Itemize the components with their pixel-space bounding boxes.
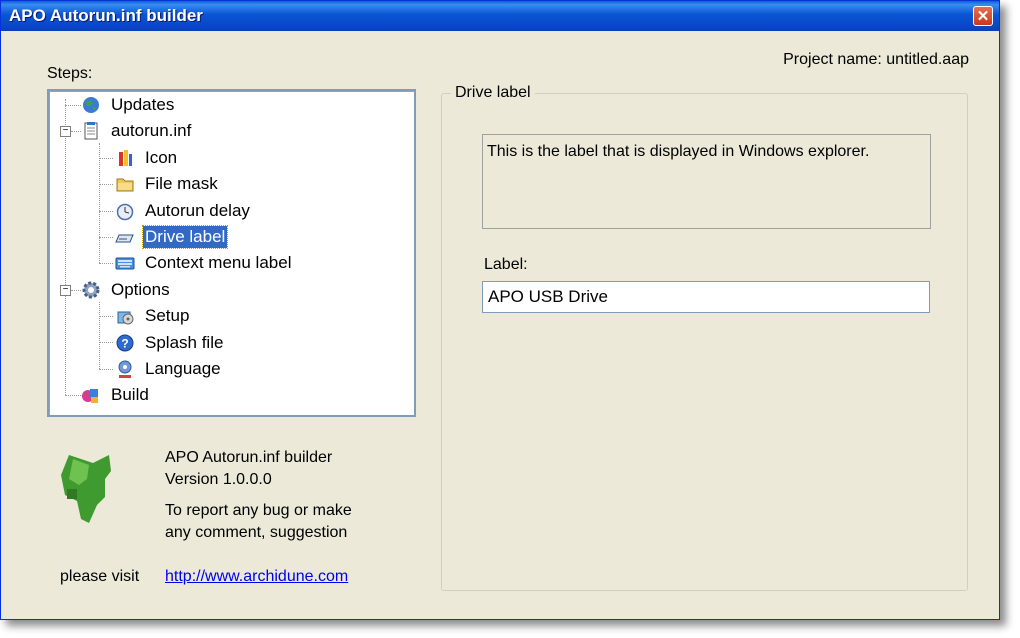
about-version: Version 1.0.0.0 bbox=[165, 471, 272, 488]
tree-item-autorun-delay[interactable]: Autorun delay bbox=[115, 198, 252, 224]
about-report-line1: To report any bug or make bbox=[165, 502, 352, 519]
description-box: This is the label that is displayed in W… bbox=[482, 134, 931, 229]
main-window: APO Autorun.inf builder ✕ Project name: … bbox=[0, 0, 1000, 620]
clock-icon bbox=[116, 203, 134, 221]
tree-item-icon[interactable]: Icon bbox=[115, 145, 179, 171]
window-title: APO Autorun.inf builder bbox=[9, 6, 203, 25]
notepad-icon bbox=[84, 122, 98, 140]
app-logo-icon bbox=[61, 455, 111, 523]
steps-tree[interactable]: − − Updates autorun.inf Icon File mask A… bbox=[47, 89, 416, 417]
tree-item-splash-file[interactable]: ? Splash file bbox=[115, 330, 225, 356]
close-button[interactable]: ✕ bbox=[973, 6, 993, 26]
tree-item-language[interactable]: Language bbox=[115, 356, 223, 382]
tree-item-options[interactable]: Options bbox=[81, 277, 172, 303]
collapse-autorun-toggle[interactable]: − bbox=[60, 126, 71, 137]
description-text: This is the label that is displayed in W… bbox=[487, 143, 870, 160]
tree-item-file-mask[interactable]: File mask bbox=[115, 171, 220, 197]
svg-text:?: ? bbox=[121, 337, 128, 351]
help-icon: ? bbox=[116, 334, 134, 352]
gear-icon bbox=[82, 281, 100, 299]
build-icon bbox=[82, 389, 98, 403]
tree-item-drive-label[interactable]: Drive label bbox=[115, 224, 229, 250]
about-visit-text: please visit bbox=[60, 568, 140, 585]
globe-icon bbox=[83, 97, 99, 113]
website-link[interactable]: http://www.archidune.com bbox=[165, 568, 348, 586]
tree-item-setup[interactable]: Setup bbox=[115, 303, 191, 329]
steps-label: Steps: bbox=[47, 65, 93, 82]
groupbox-title: Drive label bbox=[451, 84, 535, 102]
keyboard-icon bbox=[115, 257, 135, 270]
tree-item-build[interactable]: Build bbox=[81, 382, 151, 408]
title-bar[interactable]: APO Autorun.inf builder ✕ bbox=[1, 1, 999, 31]
tree-item-context-menu-label[interactable]: Context menu label bbox=[115, 250, 293, 276]
tree-item-autorun-inf[interactable]: autorun.inf bbox=[81, 118, 193, 144]
about-app-name: APO Autorun.inf builder bbox=[165, 449, 333, 466]
about-report-line2: any comment, suggestion bbox=[165, 524, 348, 541]
drive-icon bbox=[115, 234, 134, 243]
folder-icon bbox=[116, 178, 134, 192]
tree-item-updates[interactable]: Updates bbox=[81, 92, 176, 118]
paint-icon bbox=[119, 150, 132, 166]
label-field-caption: Label: bbox=[484, 256, 528, 273]
drive-label-input[interactable] bbox=[482, 281, 930, 313]
close-icon: ✕ bbox=[976, 7, 990, 25]
project-name-label: Project name: untitled.aap bbox=[783, 51, 969, 68]
setup-icon bbox=[117, 311, 134, 325]
collapse-options-toggle[interactable]: − bbox=[60, 285, 71, 296]
language-icon bbox=[118, 360, 132, 378]
